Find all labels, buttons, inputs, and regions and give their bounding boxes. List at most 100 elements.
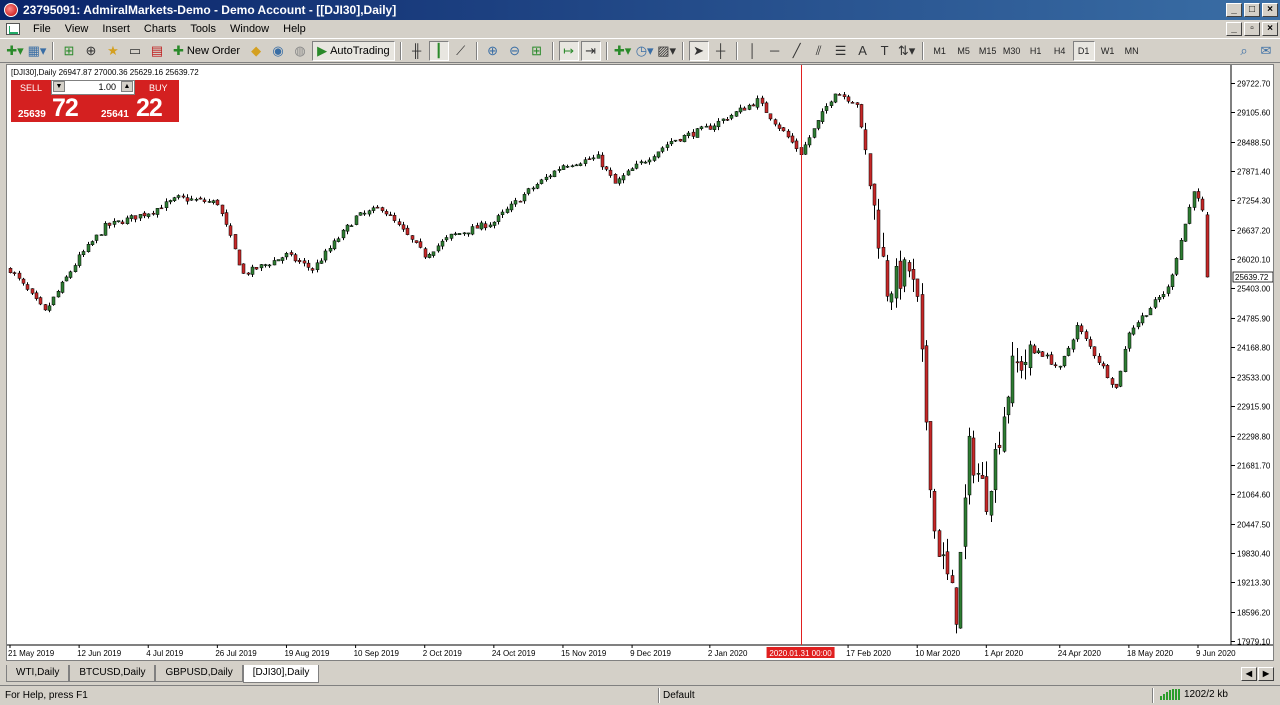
candlestick-chart-icon[interactable]: ┃ [428, 40, 449, 61]
menu-help[interactable]: Help [276, 23, 313, 35]
menu-tools[interactable]: Tools [183, 23, 223, 35]
vertical-line-icon[interactable]: │ [743, 41, 763, 61]
tab-scroll-right-icon[interactable]: ▶ [1258, 667, 1274, 681]
timeframe-m5[interactable]: M5 [953, 41, 975, 61]
trendline-icon[interactable]: ╱ [787, 41, 807, 61]
x-axis-label: 2 Jan 2020 [708, 649, 748, 658]
timeframe-h1[interactable]: H1 [1025, 41, 1047, 61]
terminal-icon[interactable]: ▭ [125, 41, 145, 61]
chart-shift-icon[interactable]: ⇥ [580, 40, 601, 61]
timeframe-w1[interactable]: W1 [1097, 41, 1119, 61]
bear-candle [25, 284, 30, 290]
fibonacci-icon[interactable]: ☰ [831, 41, 851, 61]
bull-candle [1131, 327, 1136, 335]
menu-view[interactable]: View [58, 23, 96, 35]
text-icon[interactable]: A [853, 41, 873, 61]
menu-window[interactable]: Window [223, 23, 276, 35]
bear-candle [289, 252, 294, 255]
equidistant-channel-icon[interactable]: ⫽ [809, 41, 829, 61]
horizontal-line-icon[interactable]: ─ [765, 41, 785, 61]
minimize-button[interactable]: _ [1226, 3, 1242, 17]
bull-candle [440, 240, 445, 247]
maximize-button[interactable]: □ [1244, 3, 1260, 17]
zoom-out-icon[interactable]: ⊖ [505, 41, 525, 61]
bull-candle [284, 253, 289, 258]
timeframe-m30[interactable]: M30 [1001, 41, 1023, 61]
data-window-icon[interactable]: ⊕ [81, 41, 101, 61]
text-label-icon[interactable]: T [875, 41, 895, 61]
bear-candle [1092, 346, 1097, 357]
mdi-restore-button[interactable]: ▫ [1244, 22, 1260, 36]
market-watch-icon[interactable]: ⊞ [59, 41, 79, 61]
new-order-button[interactable]: ✚ New Order [169, 41, 244, 61]
bull-candle [250, 266, 255, 275]
autotrading-label: AutoTrading [330, 44, 390, 57]
bull-candle [94, 234, 99, 241]
navigator-icon[interactable]: ★ [103, 41, 123, 61]
chart-window-icon[interactable] [6, 23, 20, 35]
zoom-in-icon[interactable]: ⊕ [483, 41, 503, 61]
chat-icon[interactable]: ✉ [1256, 41, 1276, 61]
bear-candle [604, 166, 609, 170]
bull-candle [470, 226, 475, 235]
new-chart-icon[interactable]: ✚▾ [5, 41, 25, 61]
metaeditor-icon[interactable]: ◆ [246, 41, 266, 61]
tab-gbpusd[interactable]: GBPUSD,Daily [155, 665, 243, 682]
menu-bar: File View Insert Charts Tools Window Hel… [0, 20, 1280, 39]
timeframe-mn[interactable]: MN [1121, 41, 1143, 61]
mdi-close-button[interactable]: × [1262, 22, 1278, 36]
cursor-icon[interactable]: ➤ [688, 40, 709, 61]
indicators-icon[interactable]: ✚▾ [613, 41, 633, 61]
timeframe-d1[interactable]: D1 [1072, 40, 1095, 61]
templates-icon[interactable]: ▨▾ [657, 41, 677, 61]
periods-icon[interactable]: ◷▾ [635, 41, 655, 61]
bull-candle [449, 233, 454, 239]
bull-candle [1123, 348, 1128, 372]
lot-increase-button[interactable]: ▲ [121, 81, 133, 92]
bull-candle [1179, 239, 1184, 260]
tab-dji30[interactable]: [DJI30],Daily [242, 665, 320, 683]
tab-wti[interactable]: WTI,Daily [6, 665, 70, 682]
strategy-tester-icon[interactable]: ▤ [147, 41, 167, 61]
bear-candle [768, 113, 773, 120]
menu-charts[interactable]: Charts [137, 23, 183, 35]
crosshair-icon[interactable]: ┼ [711, 41, 731, 61]
search-icon[interactable]: ⌕ [1234, 41, 1254, 61]
tab-btcusd[interactable]: BTCUSD,Daily [69, 665, 156, 682]
bull-candle [557, 168, 562, 171]
auto-scroll-icon[interactable]: ↦ [558, 40, 579, 61]
candlestick-chart[interactable]: 29722.70 29105.60 28488.50 27871.40 27254.30… [7, 65, 1274, 661]
line-chart-icon[interactable]: ⟋ [451, 41, 471, 61]
bull-candle [267, 264, 272, 267]
timeframe-m1[interactable]: M1 [929, 41, 951, 61]
bull-candle [367, 210, 372, 215]
bull-candle [1045, 354, 1050, 357]
bull-candle [73, 265, 78, 272]
connection-status[interactable]: 1202/2 kb [1160, 689, 1228, 700]
bear-candle [17, 272, 22, 279]
lot-decrease-button[interactable]: ▼ [53, 81, 65, 92]
menu-file[interactable]: File [26, 23, 58, 35]
chart-header: [DJI30],Daily 26947.87 27000.36 25629.16… [11, 68, 199, 77]
timeframe-h4[interactable]: H4 [1049, 41, 1071, 61]
signals-icon[interactable]: ◉ [268, 41, 288, 61]
arrows-icon[interactable]: ⇅▾ [897, 41, 917, 61]
tile-windows-icon[interactable]: ⊞ [527, 41, 547, 61]
chart-window[interactable]: 29722.70 29105.60 28488.50 27871.40 27254.30… [6, 64, 1274, 661]
close-button[interactable]: × [1262, 3, 1278, 17]
bear-candle [401, 224, 406, 230]
status-profile[interactable]: Default [663, 690, 695, 701]
mdi-minimize-button[interactable]: _ [1226, 22, 1242, 36]
crosshair-date-label: 2020.01.31 00:00 [769, 649, 832, 658]
profiles-icon[interactable]: ▦▾ [27, 41, 47, 61]
bar-chart-icon[interactable]: ╫ [407, 41, 427, 61]
menu-insert[interactable]: Insert [95, 23, 137, 35]
vps-icon[interactable]: ◍ [290, 41, 310, 61]
bull-candle [509, 203, 514, 211]
timeframe-m15[interactable]: M15 [977, 41, 999, 61]
bull-candle [682, 134, 687, 143]
bull-candle [207, 201, 212, 203]
tab-scroll-left-icon[interactable]: ◀ [1241, 667, 1257, 681]
autotrading-button[interactable]: ▶ AutoTrading [312, 40, 395, 61]
bull-candle [505, 208, 510, 213]
